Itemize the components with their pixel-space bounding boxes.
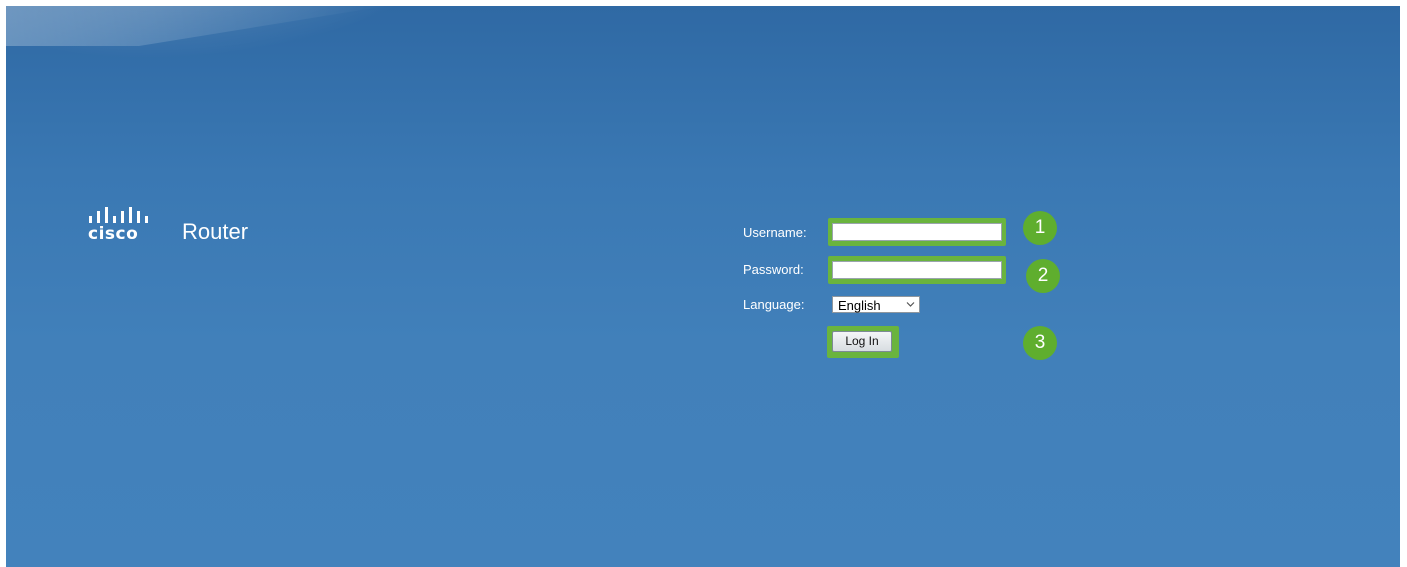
logo-wordmark: cisco (88, 224, 139, 244)
app-title: Router (182, 219, 249, 244)
login-button[interactable]: Log In (832, 331, 892, 352)
cisco-logo-icon: cisco (88, 206, 168, 246)
step-badge-1: 1 (1023, 211, 1057, 245)
cisco-bars-icon (89, 207, 148, 223)
language-selected-value: English (838, 298, 881, 313)
password-label: Password: (743, 262, 804, 277)
password-input[interactable] (832, 261, 1002, 279)
language-select[interactable]: English (832, 296, 920, 313)
username-input[interactable] (832, 223, 1002, 241)
step-badge-2: 2 (1026, 259, 1060, 293)
chevron-down-icon (906, 302, 915, 307)
step-badge-3: 3 (1023, 326, 1057, 360)
language-label: Language: (743, 297, 805, 312)
login-page: cisco Router Username: Password: Languag… (6, 6, 1400, 567)
username-label: Username: (743, 225, 807, 240)
